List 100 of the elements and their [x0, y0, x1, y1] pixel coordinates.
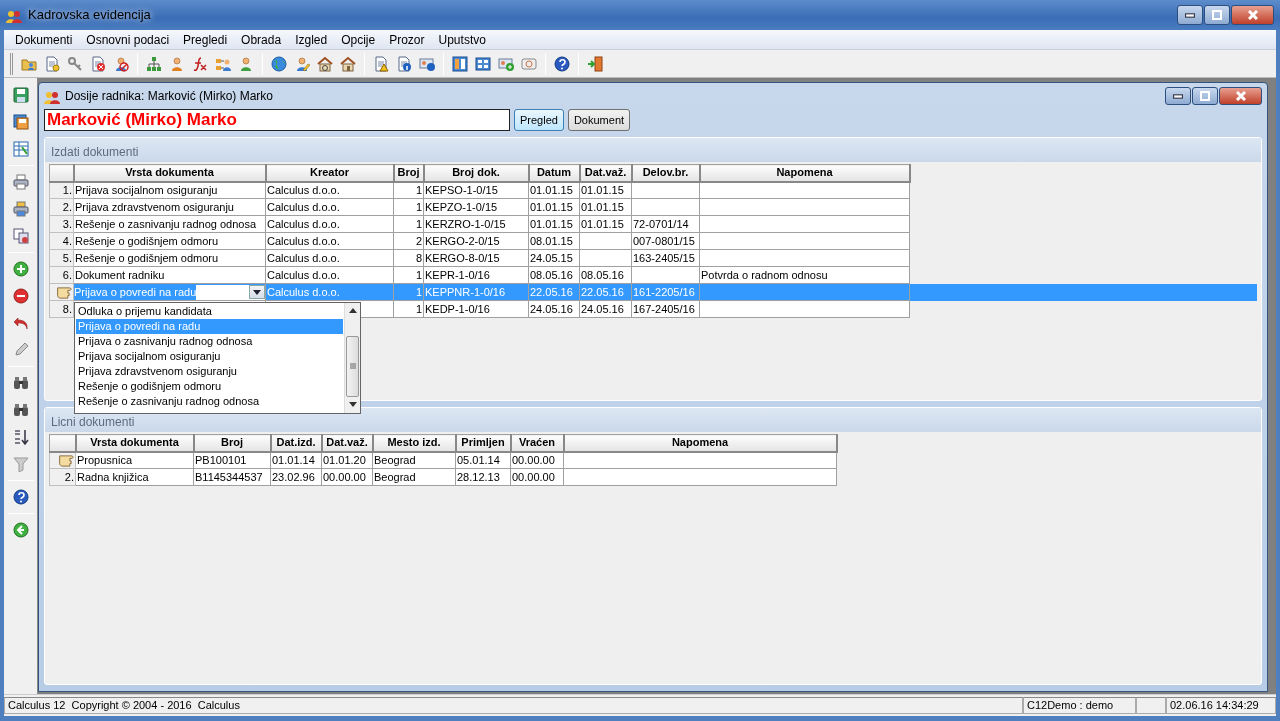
save-icon[interactable]	[12, 87, 29, 103]
column-header[interactable]: Primljen	[455, 434, 511, 452]
minimize-button[interactable]	[1177, 5, 1203, 25]
table-row[interactable]: Propusnica PB100101 01.01.14 01.01.20 Beograd 05.01.14 00.00.00	[49, 451, 1257, 469]
table-row[interactable]: 2. Radna knjižica B1145344537 23.02.96 00.00.00 Beograd 28.12.13 00.00.00	[49, 468, 1257, 486]
function-icon[interactable]	[192, 55, 208, 72]
dropdown-option[interactable]: Prijava socijalnom osiguranju	[76, 348, 343, 364]
menu-item[interactable]: Opcije	[334, 30, 383, 49]
child-window-title: Dosije radnika: Marković (Mirko) Marko	[65, 88, 274, 105]
row-number: 2.	[62, 200, 72, 213]
column-header[interactable]: Vraćen	[510, 434, 564, 452]
id-card-icon[interactable]	[419, 55, 435, 72]
dropdown-option[interactable]: Odluka o prijemu kandidata	[76, 303, 343, 319]
menu-item[interactable]: Prozor	[382, 30, 432, 49]
row-number: 4.	[62, 234, 72, 247]
column-header[interactable]: Dat.izd.	[270, 434, 322, 452]
column-header[interactable]: Broj dok.	[423, 164, 529, 182]
row-number: 2.	[64, 470, 74, 483]
close-button[interactable]	[1219, 87, 1262, 105]
menu-item[interactable]: Izgled	[288, 30, 335, 49]
document-icon[interactable]	[44, 55, 60, 72]
document-icon[interactable]	[373, 55, 389, 72]
printer-icon[interactable]	[12, 174, 29, 190]
column-header[interactable]: Broj	[393, 164, 424, 182]
help-icon[interactable]	[554, 55, 570, 72]
column-header[interactable]: Napomena	[563, 434, 837, 452]
action-button[interactable]: Dokument	[567, 109, 631, 131]
menu-item[interactable]: Dokumenti	[8, 30, 80, 49]
window-title: Kadrovska evidencija	[28, 6, 152, 25]
undo-arrow-icon[interactable]	[12, 315, 29, 331]
dropdown-button[interactable]	[249, 285, 265, 299]
sort-icon[interactable]	[12, 429, 29, 445]
status-user: C12Demo : demo	[1023, 697, 1136, 714]
key-icon[interactable]	[67, 55, 83, 72]
minimize-button[interactable]	[1165, 87, 1191, 105]
id-card-icon[interactable]	[521, 55, 537, 72]
binoculars-icon[interactable]	[12, 402, 29, 418]
column-header[interactable]: Napomena	[699, 164, 910, 182]
globe-icon[interactable]	[271, 55, 287, 72]
exit-door-icon[interactable]	[587, 55, 603, 72]
house-icon[interactable]	[340, 55, 356, 72]
table-row[interactable]: 6. Dokument radniku Calculus d.o.o. 1 KEPR-1-0/16 08.05.16 08.05.16 Potvrda o radnom odnosu	[49, 266, 1257, 284]
close-icon	[1247, 10, 1258, 20]
column-header[interactable]: Vrsta dokumenta	[73, 164, 266, 182]
menu-item[interactable]: Obrada	[234, 30, 289, 49]
status-text: Calculus 12 Copyright © 2004 - 2016 Calculus	[4, 697, 1023, 714]
person-icon[interactable]	[294, 55, 310, 72]
person-icon[interactable]	[169, 55, 185, 72]
row-number: 5.	[62, 251, 72, 264]
dropdown-option[interactable]: Rešenje o zasnivanju radnog odnosa	[76, 393, 343, 409]
maximize-button[interactable]	[1192, 87, 1218, 105]
table-row[interactable]: 5. Rešenje o godišnjem odmoru Calculus d.o.o. 8 KERGO-8-0/15 24.05.15 163-2405/15	[49, 249, 1257, 267]
person-icon[interactable]	[238, 55, 254, 72]
column-header[interactable]: Vrsta dokumenta	[75, 434, 194, 452]
close-icon	[1235, 91, 1246, 101]
column-header[interactable]: Dat.važ.	[579, 164, 632, 182]
window-panel-icon[interactable]	[452, 55, 468, 72]
employee-name-field[interactable]: Marković (Mirko) Marko	[44, 109, 510, 131]
table-row[interactable]: 2. Prijava zdravstvenom osiguranju Calculus d.o.o. 1 KEPZO-1-0/15 01.01.15 01.01.15	[49, 198, 1257, 216]
table-row[interactable]: 1. Prijava socijalnom osiguranju Calculus d.o.o. 1 KEPSO-1-0/15 01.01.15 01.01.15	[49, 181, 1257, 199]
id-card-icon[interactable]	[498, 55, 514, 72]
window-panel-icon[interactable]	[475, 55, 491, 72]
dropdown-option[interactable]: Prijava o zasnivanju radnog odnosa	[76, 333, 343, 349]
panel-header: Licni dokumenti	[45, 408, 1261, 432]
column-header[interactable]: Broj	[193, 434, 271, 452]
pencil-icon[interactable]	[12, 342, 29, 358]
house-icon[interactable]	[317, 55, 333, 72]
add-icon[interactable]	[12, 261, 29, 277]
header-corner	[49, 164, 74, 182]
menu-item[interactable]: Osnovni podaci	[79, 30, 177, 49]
dropdown-option[interactable]: Prijava zdravstvenom osiguranju	[76, 363, 343, 379]
maximize-button[interactable]	[1204, 5, 1230, 25]
column-header[interactable]: Dat.važ.	[321, 434, 373, 452]
menu-item[interactable]: Pregledi	[176, 30, 235, 49]
printer-icon[interactable]	[12, 201, 29, 217]
column-header[interactable]: Kreator	[265, 164, 394, 182]
table-row[interactable]: 3. Rešenje o zasnivanju radnog odnosa Calculus d.o.o. 1 KERZRO-1-0/15 01.01.15 01.01.15 72-0701/14	[49, 215, 1257, 233]
row-number: 8.	[62, 302, 72, 315]
action-button[interactable]: Pregled	[514, 109, 564, 131]
document-icon[interactable]	[396, 55, 412, 72]
back-icon[interactable]	[12, 522, 29, 538]
menu-item[interactable]: Uputstvo	[431, 30, 493, 49]
column-header[interactable]: Datum	[528, 164, 580, 182]
binoculars-icon[interactable]	[12, 375, 29, 391]
table-row[interactable]: 4. Rešenje o godišnjem odmoru Calculus d.o.o. 2 KERGO-2-0/15 08.01.15 007-0801/15	[49, 232, 1257, 250]
document-icon[interactable]	[90, 55, 106, 72]
column-header[interactable]: Mesto izd.	[372, 434, 456, 452]
save-icon[interactable]	[12, 114, 29, 130]
table-icon[interactable]	[12, 141, 29, 157]
person-icon[interactable]	[113, 55, 129, 72]
maximize-icon	[1200, 91, 1210, 101]
copy-icon[interactable]	[12, 228, 29, 244]
close-button[interactable]	[1231, 5, 1274, 25]
scrollbar[interactable]	[344, 302, 360, 413]
hierarchy-icon[interactable]	[146, 55, 162, 72]
remove-icon[interactable]	[12, 288, 29, 304]
column-header[interactable]: Delov.br.	[631, 164, 700, 182]
scroll-thumb[interactable]	[346, 335, 359, 398]
help-icon[interactable]	[12, 489, 29, 505]
dropdown-option[interactable]: Rešenje o godišnjem odmoru	[76, 378, 343, 394]
